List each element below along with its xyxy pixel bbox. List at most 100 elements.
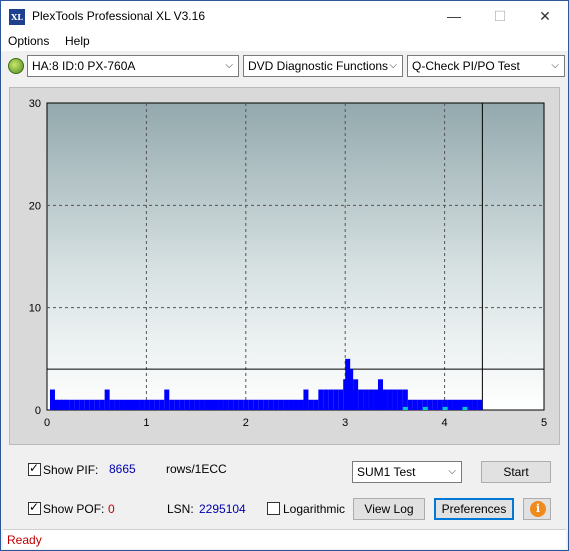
x-tick-label: 1: [143, 417, 149, 429]
drive-status-icon: [8, 58, 24, 74]
bar: [228, 399, 234, 410]
bar: [129, 399, 135, 410]
bar: [139, 399, 145, 410]
y-tick-label: 20: [29, 200, 41, 212]
function-select[interactable]: DVD Diagnostic Functions ⌵: [243, 55, 403, 77]
bar: [373, 389, 379, 410]
bar: [467, 399, 473, 410]
chevron-down-icon: ⌵: [448, 466, 456, 477]
bar: [99, 399, 105, 410]
bar: [422, 406, 428, 410]
bar: [253, 399, 259, 410]
bar: [104, 389, 110, 410]
bar: [278, 399, 284, 410]
menu-options[interactable]: Options: [8, 34, 49, 48]
bar: [114, 399, 120, 410]
bar: [154, 399, 160, 410]
x-tick-label: 4: [442, 417, 448, 429]
close-button[interactable]: ✕: [522, 1, 568, 31]
bar: [164, 389, 170, 410]
bar: [462, 406, 468, 410]
bar: [189, 399, 195, 410]
logarithmic-checkbox[interactable]: [267, 502, 280, 515]
bar: [447, 399, 453, 410]
bar: [387, 389, 393, 410]
bar: [194, 399, 200, 410]
bar: [358, 389, 364, 410]
sum-test-select[interactable]: SUM1 Test ⌵: [352, 461, 462, 483]
bar: [263, 399, 269, 410]
bar: [69, 399, 75, 410]
bar: [119, 399, 125, 410]
y-tick-label: 10: [29, 303, 41, 315]
test-select[interactable]: Q-Check PI/PO Test ⌵: [407, 55, 565, 77]
maximize-button[interactable]: ☐: [477, 1, 523, 31]
bar: [283, 399, 289, 410]
bar: [124, 399, 130, 410]
info-icon: i: [530, 501, 546, 517]
bar: [238, 399, 244, 410]
pif-value: 8665: [109, 462, 136, 476]
bar: [204, 399, 210, 410]
bar: [109, 399, 115, 410]
chart-panel: 0 10 20 30 0 1 2 3 4 5: [9, 87, 560, 445]
bar: [79, 399, 85, 410]
drive-select-value: HA:8 ID:0 PX-760A: [32, 59, 136, 73]
bar: [258, 399, 264, 410]
bar: [407, 399, 413, 410]
bar: [174, 399, 180, 410]
bar: [477, 399, 483, 410]
pif-unit: rows/1ECC: [166, 462, 227, 476]
title-bar[interactable]: XL PlexTools Professional XL V3.16 — ☐ ✕: [1, 1, 568, 31]
chevron-down-icon: ⌵: [389, 60, 397, 71]
bar: [209, 399, 215, 410]
bar: [333, 389, 339, 410]
drive-select[interactable]: HA:8 ID:0 PX-760A ⌵: [27, 55, 239, 77]
menu-bar: Options Help: [1, 31, 568, 51]
status-bar: Ready: [3, 529, 566, 549]
bar: [308, 399, 314, 410]
bar: [94, 399, 100, 410]
bar: [248, 399, 254, 410]
bar: [432, 399, 438, 410]
sum-test-select-value: SUM1 Test: [357, 465, 416, 479]
bar: [268, 399, 274, 410]
pof-value: 0: [108, 502, 115, 516]
lsn-label: LSN:: [167, 502, 194, 516]
bar: [402, 406, 408, 410]
bar: [159, 399, 165, 410]
bar: [328, 389, 334, 410]
bar: [397, 389, 403, 410]
bar: [293, 399, 299, 410]
window-title: PlexTools Professional XL V3.16: [32, 9, 205, 23]
minimize-button[interactable]: —: [431, 1, 477, 31]
bar: [298, 399, 304, 410]
bar: [74, 399, 80, 410]
bar: [392, 389, 398, 410]
x-tick-label: 2: [243, 417, 249, 429]
bar: [233, 399, 239, 410]
x-tick-label: 3: [342, 417, 348, 429]
bar: [353, 379, 359, 410]
info-button[interactable]: i: [523, 498, 551, 520]
bar: [218, 399, 224, 410]
bar: [303, 389, 309, 410]
y-tick-label: 0: [35, 405, 41, 417]
menu-help[interactable]: Help: [65, 34, 90, 48]
show-pof-checkbox[interactable]: [28, 500, 41, 515]
bar: [412, 399, 418, 410]
bar: [223, 399, 229, 410]
start-button[interactable]: Start: [481, 461, 551, 483]
show-pif-checkbox[interactable]: [28, 461, 41, 476]
bar: [64, 399, 70, 410]
bar: [377, 379, 383, 410]
view-log-button[interactable]: View Log: [353, 498, 425, 520]
plot-area: [46, 102, 545, 411]
logarithmic-label: Logarithmic: [283, 502, 346, 516]
bar: [273, 399, 279, 410]
bar: [169, 399, 175, 410]
preferences-button[interactable]: Preferences: [434, 498, 514, 520]
chevron-down-icon: ⌵: [551, 60, 559, 71]
bar: [437, 399, 443, 410]
bar: [442, 406, 448, 410]
